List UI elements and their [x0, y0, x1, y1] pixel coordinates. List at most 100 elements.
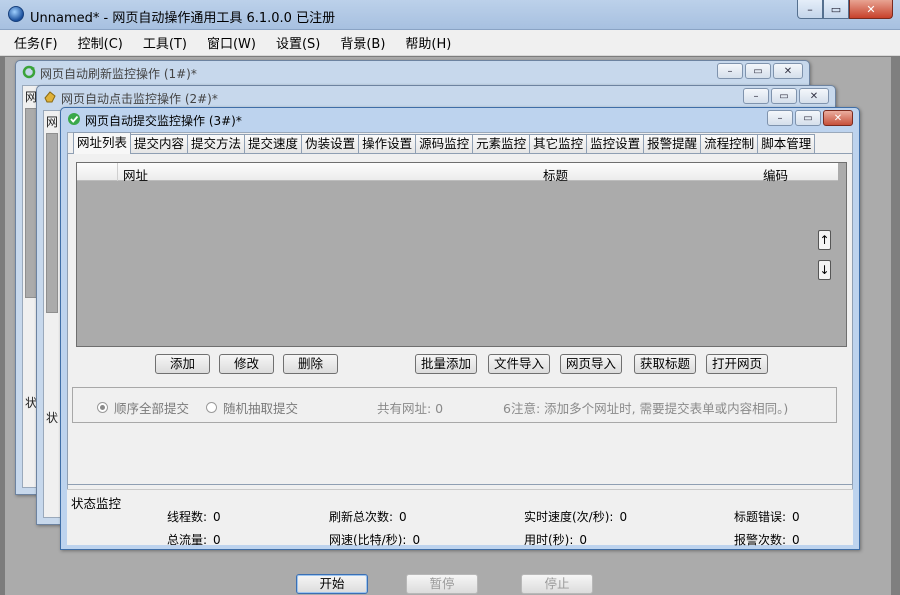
- tab-source-monitor[interactable]: 源码监控: [415, 134, 474, 154]
- stat-label: 实时速度(次/秒):: [524, 510, 614, 524]
- tab-url-list[interactable]: 网址列表: [73, 132, 132, 154]
- child-title: 网页自动刷新监控操作 (1#)*: [40, 67, 197, 81]
- desktop-edge: [891, 57, 900, 595]
- radio-random-label: 随机抽取提交: [223, 401, 299, 416]
- pause-button[interactable]: 暂停: [406, 574, 478, 594]
- stat-traffic: 总流量: 0: [167, 531, 221, 548]
- column-header-url[interactable]: 网址: [123, 165, 148, 184]
- file-import-button[interactable]: 文件导入: [488, 354, 550, 374]
- child-title-bar[interactable]: 网页自动刷新监控操作 (1#)* – ▭ ✕: [16, 61, 809, 83]
- close-button[interactable]: ✕: [799, 88, 829, 104]
- stat-value: 0: [792, 510, 800, 524]
- start-button[interactable]: 开始: [296, 574, 368, 594]
- note-text: 6注意: 添加多个网址时, 需要提交表单或内容相同。): [503, 401, 789, 416]
- app-title-bar[interactable]: Unnamed* - 网页自动操作通用工具 6.1.0.0 已注册 – ▭ ✕: [0, 0, 900, 30]
- get-title-button[interactable]: 获取标题: [634, 354, 696, 374]
- status-monitor-title: 状态监控: [71, 496, 122, 511]
- stat-label: 刷新总次数:: [329, 510, 394, 524]
- tab-submit-method[interactable]: 提交方法: [187, 134, 246, 154]
- tab-strip: 网址列表 提交内容 提交方法 提交速度 伪装设置 操作设置 源码监控 元素监控 …: [73, 132, 816, 154]
- child-caption-buttons: – ▭ ✕: [767, 110, 853, 126]
- restore-button[interactable]: ▭: [745, 63, 771, 79]
- radio-random[interactable]: 随机抽取提交: [206, 398, 298, 417]
- refresh-icon: [22, 65, 36, 79]
- minimize-button[interactable]: –: [743, 88, 769, 104]
- restore-button[interactable]: ▭: [823, 0, 849, 19]
- minimize-button[interactable]: –: [767, 110, 793, 126]
- edit-button[interactable]: 修改: [219, 354, 274, 374]
- stat-label: 报警次数:: [734, 533, 787, 547]
- hidden-status-label: 状: [46, 411, 59, 425]
- close-button[interactable]: ✕: [823, 110, 853, 126]
- child-title-bar[interactable]: 网页自动提交监控操作 (3#)* – ▭ ✕: [61, 108, 859, 130]
- close-button[interactable]: ✕: [849, 0, 893, 19]
- stat-alarm-count: 报警次数: 0: [734, 531, 800, 548]
- window-caption-buttons: – ▭ ✕: [797, 0, 893, 19]
- menu-task[interactable]: 任务(F): [14, 33, 58, 52]
- tab-submit-content[interactable]: 提交内容: [130, 134, 189, 154]
- stat-threads: 线程数: 0: [167, 508, 221, 525]
- tab-flow-control[interactable]: 流程控制: [700, 134, 759, 154]
- column-separator: [117, 163, 118, 181]
- submit-options-group: 顺序全部提交 随机抽取提交 共有网址: 0 6注意: 添加多个网址时, 需要提交…: [72, 387, 837, 423]
- tab-operation-settings[interactable]: 操作设置: [358, 134, 417, 154]
- move-down-button[interactable]: ↓: [818, 260, 831, 280]
- stat-value: 0: [579, 533, 588, 547]
- table-header: 网址 标题 编码: [77, 163, 838, 184]
- stat-label: 用时(秒):: [524, 533, 574, 547]
- check-shield-icon: [68, 113, 80, 125]
- delete-button[interactable]: 删除: [283, 354, 338, 374]
- tab-submit-speed[interactable]: 提交速度: [244, 134, 303, 154]
- child-title: 网页自动点击监控操作 (2#)*: [61, 92, 218, 106]
- radio-sequential[interactable]: 顺序全部提交: [97, 398, 189, 417]
- restore-button[interactable]: ▭: [771, 88, 797, 104]
- menu-tools[interactable]: 工具(T): [143, 33, 187, 52]
- tab-other-monitor[interactable]: 其它监控: [529, 134, 588, 154]
- tab-element-monitor[interactable]: 元素监控: [472, 134, 531, 154]
- menu-background[interactable]: 背景(B): [340, 33, 385, 52]
- tab-monitor-settings[interactable]: 监控设置: [586, 134, 645, 154]
- child-window-submit[interactable]: 网页自动提交监控操作 (3#)* – ▭ ✕ 网址列表 提交内容 提交方法 提交…: [60, 107, 860, 594]
- stat-value: 0: [213, 510, 221, 524]
- radio-dot: [97, 402, 108, 413]
- stat-value: 0: [792, 533, 800, 547]
- add-button[interactable]: 添加: [155, 354, 210, 374]
- stop-button[interactable]: 停止: [521, 574, 593, 594]
- menu-help[interactable]: 帮助(H): [405, 33, 451, 52]
- stat-label: 线程数:: [167, 510, 208, 524]
- open-page-button[interactable]: 打开网页: [706, 354, 768, 374]
- hidden-tab-label: 网: [46, 115, 59, 129]
- app-title: Unnamed* - 网页自动操作通用工具 6.1.0.0 已注册: [30, 11, 336, 26]
- web-import-button[interactable]: 网页导入: [560, 354, 622, 374]
- stat-title-errors: 标题错误: 0: [734, 508, 800, 525]
- child-caption-buttons: – ▭ ✕: [717, 63, 803, 79]
- app-globe-icon: [8, 6, 24, 22]
- move-up-button[interactable]: ↑: [818, 230, 831, 250]
- radio-sequential-label: 顺序全部提交: [114, 401, 190, 416]
- hidden-grid: [46, 133, 58, 313]
- tab-alarm[interactable]: 报警提醒: [643, 134, 702, 154]
- menu-bar: 任务(F) 控制(C) 工具(T) 窗口(W) 设置(S) 背景(B) 帮助(H…: [0, 30, 900, 56]
- status-monitor-group: 状态监控 线程数: 0 刷新总次数: 0 实时速度(次/秒): 0 标题错误: 0 总流…: [67, 489, 853, 548]
- column-header-encoding[interactable]: 编码: [763, 165, 788, 184]
- menu-settings[interactable]: 设置(S): [276, 33, 320, 52]
- tab-disguise-settings[interactable]: 伪装设置: [301, 134, 360, 154]
- tab-script-manage[interactable]: 脚本管理: [757, 134, 816, 154]
- restore-button[interactable]: ▭: [795, 110, 821, 126]
- stat-label: 标题错误:: [734, 510, 787, 524]
- batch-add-button[interactable]: 批量添加: [415, 354, 477, 374]
- column-header-title[interactable]: 标题: [543, 165, 568, 184]
- child-caption-buttons: – ▭ ✕: [743, 88, 829, 104]
- url-table[interactable]: 网址 标题 编码: [76, 162, 847, 347]
- child-title-bar[interactable]: 网页自动点击监控操作 (2#)* – ▭ ✕: [37, 86, 835, 108]
- stat-value: 0: [412, 533, 421, 547]
- menu-window[interactable]: 窗口(W): [207, 33, 256, 52]
- menu-control[interactable]: 控制(C): [78, 33, 123, 52]
- stat-elapsed: 用时(秒): 0: [524, 531, 587, 548]
- close-button[interactable]: ✕: [773, 63, 803, 79]
- minimize-button[interactable]: –: [717, 63, 743, 79]
- stat-label: 网速(比特/秒):: [329, 533, 407, 547]
- mdi-workspace: 网页自动刷新监控操作 (1#)* – ▭ ✕ 网 状 网页自动点击监控操作 (2…: [5, 57, 895, 595]
- minimize-button[interactable]: –: [797, 0, 823, 19]
- total-urls-text: 共有网址: 0: [377, 401, 444, 416]
